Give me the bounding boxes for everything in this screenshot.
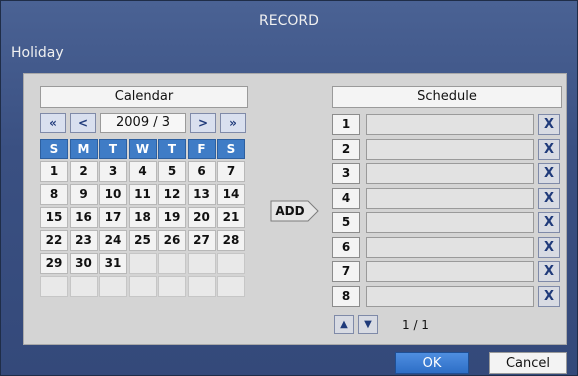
calendar-day[interactable]: 10 bbox=[99, 184, 127, 205]
calendar-empty-cell bbox=[128, 276, 157, 297]
weekday-header: T bbox=[99, 139, 127, 159]
calendar-day[interactable]: 30 bbox=[69, 253, 98, 274]
add-button-label: ADD bbox=[275, 204, 305, 218]
calendar-day[interactable]: 15 bbox=[40, 207, 68, 228]
page-indicator: 1 / 1 bbox=[402, 318, 429, 332]
calendar-day[interactable]: 28 bbox=[217, 230, 245, 251]
last-page-button[interactable]: » bbox=[220, 113, 246, 133]
weekday-header: S bbox=[217, 139, 245, 159]
calendar-day[interactable]: 16 bbox=[69, 207, 98, 228]
calendar-day[interactable]: 27 bbox=[187, 230, 216, 251]
record-window: RECORD Holiday Calendar « < 2009 / 3 > »… bbox=[0, 0, 578, 376]
calendar-day[interactable]: 29 bbox=[40, 253, 68, 274]
schedule-entry-field[interactable] bbox=[366, 236, 534, 258]
delete-entry-button[interactable]: X bbox=[538, 261, 560, 282]
schedule-row-number: 5 bbox=[332, 212, 360, 233]
calendar-day[interactable]: 23 bbox=[69, 230, 98, 251]
cancel-button[interactable]: Cancel bbox=[489, 352, 567, 374]
delete-entry-button[interactable]: X bbox=[538, 285, 560, 307]
schedule-entry-field[interactable] bbox=[366, 114, 534, 135]
calendar-empty-cell bbox=[128, 253, 157, 274]
calendar-day[interactable]: 25 bbox=[128, 230, 157, 251]
previous-month-button[interactable]: < bbox=[70, 113, 96, 133]
schedule-row-number: 4 bbox=[332, 187, 360, 209]
next-month-button[interactable]: > bbox=[190, 113, 216, 133]
calendar-empty-cell bbox=[69, 276, 98, 297]
calendar-day[interactable]: 24 bbox=[99, 230, 127, 251]
delete-entry-button[interactable]: X bbox=[538, 163, 560, 184]
schedule-entry-field[interactable] bbox=[366, 285, 534, 307]
calendar-empty-cell bbox=[158, 276, 186, 297]
calendar-day[interactable]: 13 bbox=[187, 184, 216, 205]
scroll-down-button[interactable]: ▼ bbox=[358, 315, 378, 334]
calendar-day[interactable]: 22 bbox=[40, 230, 68, 251]
calendar-empty-cell bbox=[99, 276, 127, 297]
schedule-entry-field[interactable] bbox=[366, 163, 534, 184]
calendar-day[interactable]: 31 bbox=[99, 253, 127, 274]
delete-entry-button[interactable]: X bbox=[538, 236, 560, 258]
delete-entry-button[interactable]: X bbox=[538, 187, 560, 209]
delete-entry-button[interactable]: X bbox=[538, 212, 560, 233]
calendar-day[interactable]: 2 bbox=[69, 161, 98, 182]
first-page-button[interactable]: « bbox=[40, 113, 66, 133]
weekday-header: W bbox=[128, 139, 157, 159]
calendar-day[interactable]: 21 bbox=[217, 207, 245, 228]
calendar-day[interactable]: 5 bbox=[158, 161, 186, 182]
schedule-row-number: 7 bbox=[332, 261, 360, 282]
weekday-header: F bbox=[187, 139, 216, 159]
schedule-entry-field[interactable] bbox=[366, 261, 534, 282]
calendar-day[interactable]: 3 bbox=[99, 161, 127, 182]
calendar-day[interactable]: 12 bbox=[158, 184, 186, 205]
schedule-header: Schedule bbox=[332, 86, 562, 108]
calendar-day[interactable]: 11 bbox=[128, 184, 157, 205]
calendar-day[interactable]: 20 bbox=[187, 207, 216, 228]
schedule-row-number: 6 bbox=[332, 236, 360, 258]
weekday-header: S bbox=[40, 139, 68, 159]
calendar-day[interactable]: 8 bbox=[40, 184, 68, 205]
schedule-row-number: 3 bbox=[332, 163, 360, 184]
calendar-day[interactable]: 14 bbox=[217, 184, 245, 205]
calendar-day[interactable]: 19 bbox=[158, 207, 186, 228]
window-title: RECORD bbox=[259, 13, 319, 29]
ok-button[interactable]: OK bbox=[395, 352, 469, 374]
section-title: Holiday bbox=[11, 45, 64, 61]
calendar-empty-cell bbox=[217, 276, 245, 297]
schedule-entry-field[interactable] bbox=[366, 187, 534, 209]
calendar-day[interactable]: 18 bbox=[128, 207, 157, 228]
year-month-display: 2009 / 3 bbox=[100, 113, 186, 133]
add-button[interactable]: ADD bbox=[270, 200, 320, 222]
calendar-day[interactable]: 4 bbox=[128, 161, 157, 182]
schedule-row-number: 8 bbox=[332, 285, 360, 307]
scroll-up-button[interactable]: ▲ bbox=[334, 315, 354, 334]
holiday-panel: Calendar « < 2009 / 3 > » SMTWTFS1234567… bbox=[23, 73, 567, 345]
calendar-day[interactable]: 17 bbox=[99, 207, 127, 228]
delete-entry-button[interactable]: X bbox=[538, 114, 560, 135]
schedule-row-number: 2 bbox=[332, 138, 360, 160]
weekday-header: T bbox=[158, 139, 186, 159]
calendar-day[interactable]: 26 bbox=[158, 230, 186, 251]
schedule-row-number: 1 bbox=[332, 114, 360, 135]
schedule-entry-field[interactable] bbox=[366, 212, 534, 233]
calendar-empty-cell bbox=[158, 253, 186, 274]
calendar-day[interactable]: 6 bbox=[187, 161, 216, 182]
calendar-header: Calendar bbox=[40, 86, 248, 108]
calendar-empty-cell bbox=[187, 276, 216, 297]
calendar-empty-cell bbox=[40, 276, 68, 297]
delete-entry-button[interactable]: X bbox=[538, 138, 560, 160]
weekday-header: M bbox=[69, 139, 98, 159]
calendar-empty-cell bbox=[217, 253, 245, 274]
calendar-day[interactable]: 7 bbox=[217, 161, 245, 182]
calendar-empty-cell bbox=[187, 253, 216, 274]
schedule-entry-field[interactable] bbox=[366, 138, 534, 160]
calendar-day[interactable]: 9 bbox=[69, 184, 98, 205]
calendar-day[interactable]: 1 bbox=[40, 161, 68, 182]
